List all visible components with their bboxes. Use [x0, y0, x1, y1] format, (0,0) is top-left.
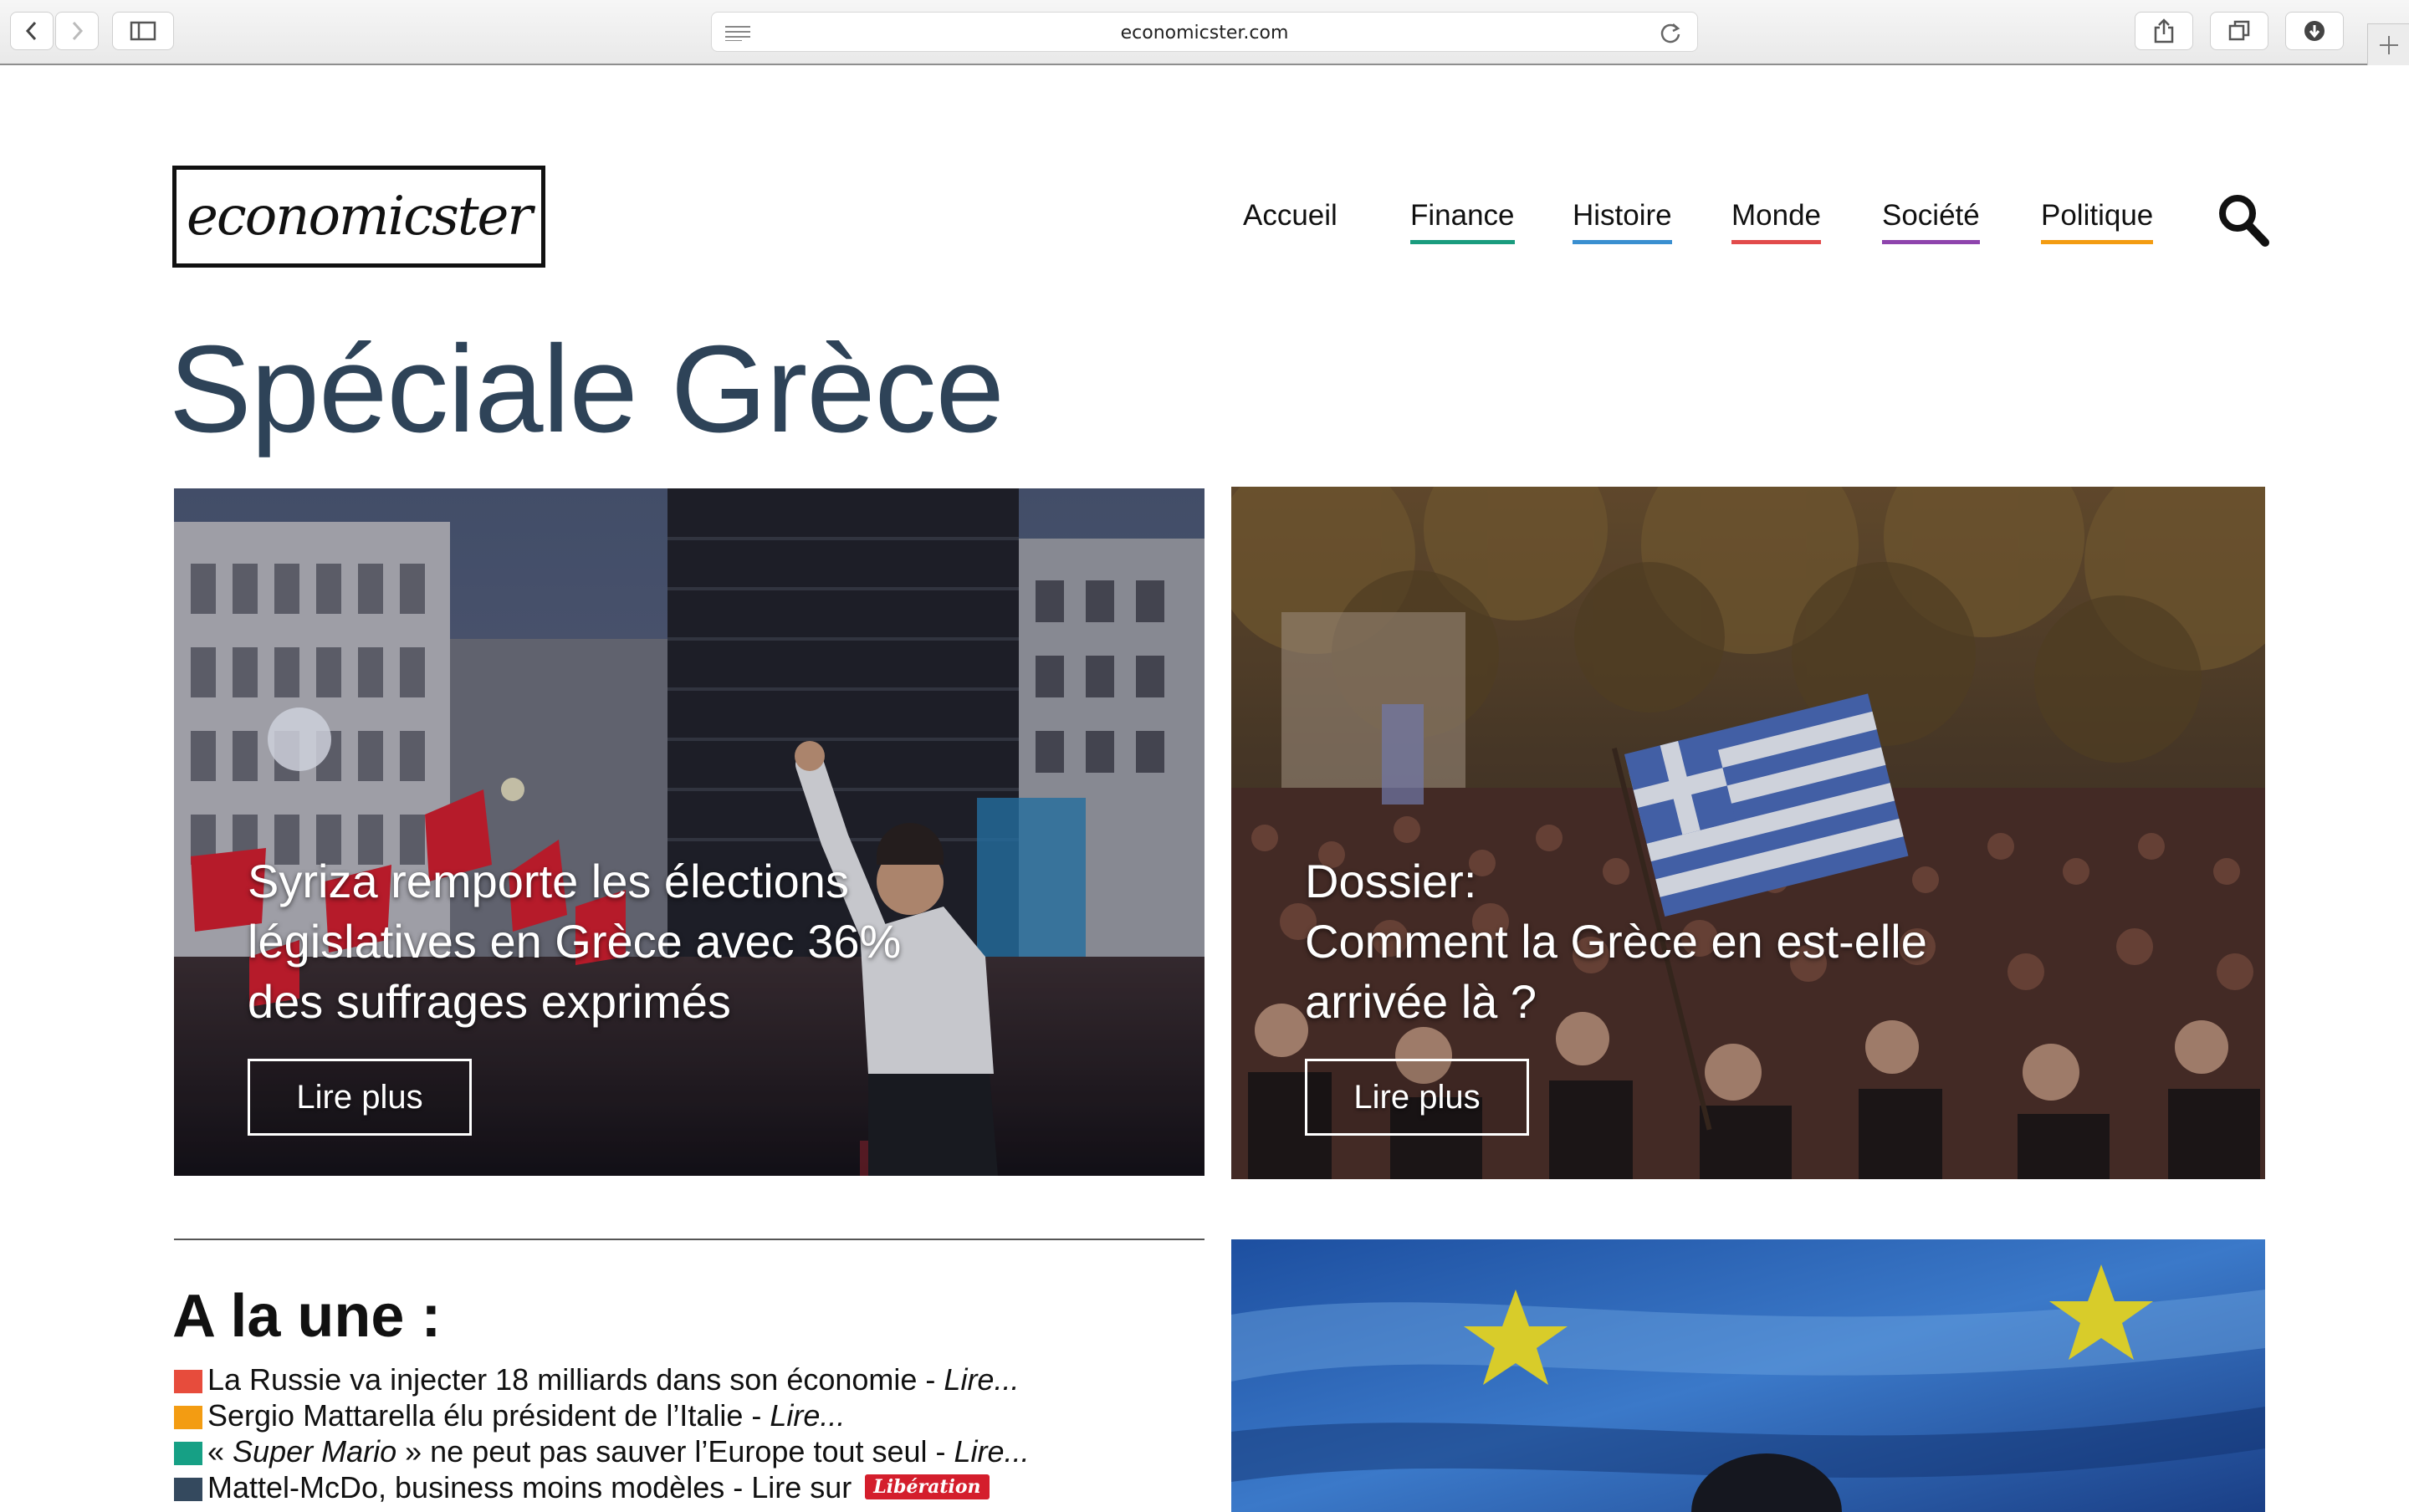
news-emphasis[interactable]: Super Mario — [233, 1434, 396, 1469]
tabs-icon — [2228, 20, 2250, 41]
news-text[interactable]: » ne peut pas sauver l’Europe tout seul … — [396, 1434, 954, 1469]
plus-icon — [2379, 35, 2398, 54]
nav-politique[interactable]: Politique — [2041, 199, 2154, 244]
nav-label: Histoire — [1573, 199, 1672, 232]
news-text[interactable]: Sergio Mattarella élu président de l’Ita… — [207, 1398, 770, 1433]
forward-button[interactable] — [55, 12, 99, 50]
nav-underline — [2041, 240, 2154, 244]
share-button[interactable] — [2135, 12, 2193, 50]
nav-label: Accueil — [1243, 199, 1337, 232]
feature-title[interactable]: Syriza remporte les élections législativ… — [248, 851, 901, 1032]
chevron-left-icon — [25, 21, 37, 41]
quote-open: « — [207, 1434, 233, 1469]
nav-societe[interactable]: Société — [1882, 199, 1980, 244]
read-link[interactable]: Lire... — [944, 1362, 1019, 1397]
list-item: « Super Mario » ne peut pas sauver l’Eur… — [174, 1433, 1030, 1469]
read-link[interactable]: Lire... — [770, 1398, 845, 1433]
list-item: La Russie va injecter 18 milliards dans … — [174, 1361, 1030, 1397]
nav-accueil[interactable]: Accueil — [1243, 199, 1337, 244]
new-tab-button[interactable] — [2367, 23, 2409, 65]
nav-finance[interactable]: Finance — [1410, 199, 1515, 244]
address-bar[interactable]: economicster.com — [711, 12, 1698, 52]
share-icon — [2154, 18, 2174, 43]
nav-underline — [1573, 240, 1672, 244]
nav-underline — [1410, 240, 1515, 244]
search-button[interactable] — [2217, 192, 2270, 252]
browser-toolbar: economicster.com — [0, 0, 2409, 65]
feature-title[interactable]: Dossier: Comment la Grèce en est-elle ar… — [1305, 851, 1927, 1032]
nav-histoire[interactable]: Histoire — [1573, 199, 1672, 244]
read-more-button[interactable]: Lire plus — [1305, 1059, 1529, 1136]
eu-flag-photo — [1231, 1239, 2265, 1512]
nav-underline — [1882, 240, 1980, 244]
category-square — [174, 1478, 202, 1501]
nav-label: Finance — [1410, 199, 1515, 232]
download-icon — [2304, 21, 2325, 41]
nav-underline — [1731, 240, 1822, 244]
news-text[interactable]: La Russie va injecter 18 milliards dans … — [207, 1362, 944, 1397]
chevron-right-icon — [72, 21, 84, 41]
nav-label: Politique — [2041, 199, 2154, 232]
category-square — [174, 1442, 202, 1465]
reload-icon[interactable] — [1659, 21, 1682, 44]
news-list: La Russie va injecter 18 milliards dans … — [174, 1361, 1030, 1505]
section-divider — [174, 1239, 1204, 1240]
une-title: A la une : — [172, 1283, 442, 1350]
read-more-button[interactable]: Lire plus — [248, 1059, 472, 1136]
list-item: Sergio Mattarella élu président de l’Ita… — [174, 1397, 1030, 1433]
sidebar-icon — [130, 21, 156, 41]
feature-card-syriza[interactable]: Syriza remporte les élections législativ… — [174, 488, 1204, 1176]
search-icon — [2219, 195, 2269, 247]
downloads-button[interactable] — [2285, 12, 2344, 50]
sidebar-button[interactable] — [112, 12, 174, 50]
url-text: economicster.com — [1120, 23, 1289, 43]
news-text[interactable]: Mattel-McDo, business moins modèles - Li… — [207, 1470, 860, 1504]
eu-flag-image[interactable] — [1231, 1239, 2265, 1512]
page-title: Spéciale Grèce — [169, 320, 1005, 458]
nav-label: Monde — [1731, 199, 1822, 232]
nav-monde[interactable]: Monde — [1731, 199, 1822, 244]
main-nav: Accueil Finance Histoire Monde Société P… — [0, 199, 2409, 258]
list-item: Mattel-McDo, business moins modèles - Li… — [174, 1469, 1030, 1505]
tabs-overview-button[interactable] — [2210, 12, 2268, 50]
read-link[interactable]: Lire... — [954, 1434, 1030, 1469]
back-button[interactable] — [10, 12, 54, 50]
category-square — [174, 1406, 202, 1429]
category-square — [174, 1370, 202, 1393]
feature-card-dossier[interactable]: Dossier: Comment la Grèce en est-elle ar… — [1231, 487, 2265, 1179]
nav-label: Société — [1882, 199, 1980, 232]
liberation-logo[interactable]: Libération — [865, 1474, 990, 1500]
